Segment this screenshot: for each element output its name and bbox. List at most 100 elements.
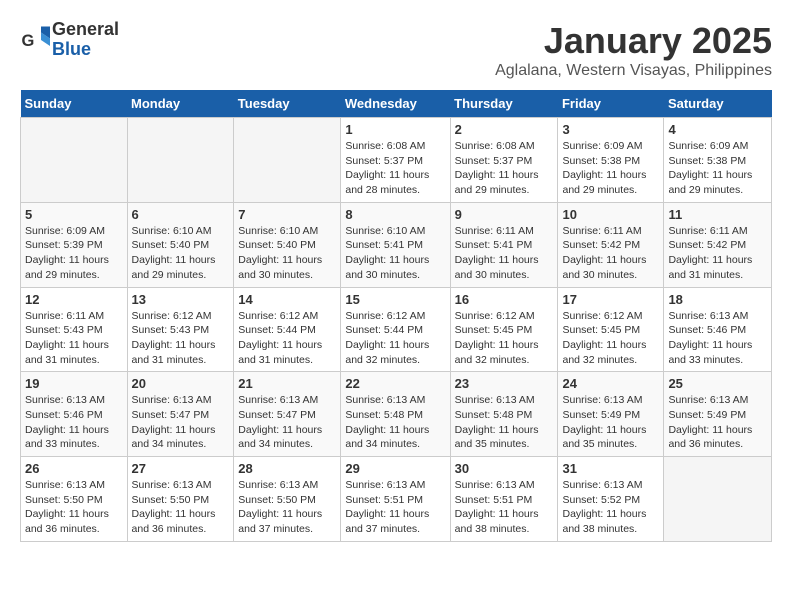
day-number: 6 xyxy=(132,207,230,222)
calendar-cell: 11Sunrise: 6:11 AMSunset: 5:42 PMDayligh… xyxy=(664,202,772,287)
day-number: 9 xyxy=(455,207,554,222)
calendar-cell: 27Sunrise: 6:13 AMSunset: 5:50 PMDayligh… xyxy=(127,457,234,542)
day-number: 3 xyxy=(562,122,659,137)
day-info: Sunrise: 6:13 AMSunset: 5:50 PMDaylight:… xyxy=(25,478,123,537)
day-info: Sunrise: 6:13 AMSunset: 5:48 PMDaylight:… xyxy=(345,393,445,452)
calendar-cell: 15 Sunrise: 6:12 AMSunset: 5:44 PMDayligh… xyxy=(341,287,450,372)
svg-text:G: G xyxy=(22,32,35,50)
calendar-cell: 28 Sunrise: 6:13 AMSunset: 5:50 PMDayligh… xyxy=(234,457,341,542)
day-number: 5 xyxy=(25,207,123,222)
calendar-cell: 9 Sunrise: 6:11 AMSunset: 5:41 PMDaylight… xyxy=(450,202,558,287)
day-info: Sunrise: 6:11 AMSunset: 5:41 PMDaylight:… xyxy=(455,224,554,283)
calendar-body: 1 Sunrise: 6:08 AMSunset: 5:37 PMDaylight… xyxy=(21,118,772,542)
header-cell-thursday: Thursday xyxy=(450,90,558,118)
day-info: Sunrise: 6:09 AMSunset: 5:38 PMDaylight:… xyxy=(562,139,659,198)
day-number: 31 xyxy=(562,461,659,476)
logo-blue: Blue xyxy=(52,40,119,60)
calendar-header: SundayMondayTuesdayWednesdayThursdayFrid… xyxy=(21,90,772,118)
calendar-cell: 13Sunrise: 6:12 AMSunset: 5:43 PMDayligh… xyxy=(127,287,234,372)
day-info: Sunrise: 6:13 AMSunset: 5:51 PMDaylight:… xyxy=(345,478,445,537)
page-header: G General Blue January 2025 Aglalana, We… xyxy=(20,20,772,80)
logo-general: General xyxy=(52,20,119,40)
header-cell-sunday: Sunday xyxy=(21,90,128,118)
day-info: Sunrise: 6:11 AMSunset: 5:43 PMDaylight:… xyxy=(25,309,123,368)
header-row: SundayMondayTuesdayWednesdayThursdayFrid… xyxy=(21,90,772,118)
calendar-cell xyxy=(234,118,341,203)
day-number: 7 xyxy=(238,207,336,222)
title-area: January 2025 Aglalana, Western Visayas, … xyxy=(495,20,772,80)
day-info: Sunrise: 6:12 AMSunset: 5:45 PMDaylight:… xyxy=(562,309,659,368)
calendar-cell: 10 Sunrise: 6:11 AMSunset: 5:42 PMDayligh… xyxy=(558,202,664,287)
header-cell-tuesday: Tuesday xyxy=(234,90,341,118)
day-info: Sunrise: 6:10 AMSunset: 5:40 PMDaylight:… xyxy=(132,224,230,283)
calendar-cell: 24Sunrise: 6:13 AMSunset: 5:49 PMDayligh… xyxy=(558,372,664,457)
calendar-cell: 16Sunrise: 6:12 AMSunset: 5:45 PMDayligh… xyxy=(450,287,558,372)
calendar-cell: 25Sunrise: 6:13 AMSunset: 5:49 PMDayligh… xyxy=(664,372,772,457)
day-info: Sunrise: 6:12 AMSunset: 5:43 PMDaylight:… xyxy=(132,309,230,368)
calendar-cell: 20Sunrise: 6:13 AMSunset: 5:47 PMDayligh… xyxy=(127,372,234,457)
day-info: Sunrise: 6:11 AMSunset: 5:42 PMDaylight:… xyxy=(562,224,659,283)
day-info: Sunrise: 6:10 AMSunset: 5:41 PMDaylight:… xyxy=(345,224,445,283)
calendar-cell: 4 Sunrise: 6:09 AMSunset: 5:38 PMDaylight… xyxy=(664,118,772,203)
day-number: 16 xyxy=(455,292,554,307)
day-number: 30 xyxy=(455,461,554,476)
calendar-cell: 22Sunrise: 6:13 AMSunset: 5:48 PMDayligh… xyxy=(341,372,450,457)
day-info: Sunrise: 6:09 AMSunset: 5:38 PMDaylight:… xyxy=(668,139,767,198)
logo-text: General Blue xyxy=(52,20,119,60)
calendar-title: January 2025 xyxy=(495,20,772,62)
calendar-cell: 5 Sunrise: 6:09 AMSunset: 5:39 PMDaylight… xyxy=(21,202,128,287)
calendar-week-3: 12 Sunrise: 6:11 AMSunset: 5:43 PMDayligh… xyxy=(21,287,772,372)
calendar-cell: 8 Sunrise: 6:10 AMSunset: 5:41 PMDaylight… xyxy=(341,202,450,287)
day-info: Sunrise: 6:12 AMSunset: 5:44 PMDaylight:… xyxy=(345,309,445,368)
day-info: Sunrise: 6:13 AMSunset: 5:49 PMDaylight:… xyxy=(562,393,659,452)
calendar-cell: 14 Sunrise: 6:12 AMSunset: 5:44 PMDayligh… xyxy=(234,287,341,372)
day-info: Sunrise: 6:08 AMSunset: 5:37 PMDaylight:… xyxy=(455,139,554,198)
day-number: 8 xyxy=(345,207,445,222)
calendar-cell: 17 Sunrise: 6:12 AMSunset: 5:45 PMDayligh… xyxy=(558,287,664,372)
day-info: Sunrise: 6:09 AMSunset: 5:39 PMDaylight:… xyxy=(25,224,123,283)
day-info: Sunrise: 6:13 AMSunset: 5:51 PMDaylight:… xyxy=(455,478,554,537)
calendar-week-5: 26Sunrise: 6:13 AMSunset: 5:50 PMDayligh… xyxy=(21,457,772,542)
day-number: 15 xyxy=(345,292,445,307)
calendar-cell: 7Sunrise: 6:10 AMSunset: 5:40 PMDaylight… xyxy=(234,202,341,287)
calendar-cell: 3 Sunrise: 6:09 AMSunset: 5:38 PMDaylight… xyxy=(558,118,664,203)
day-number: 23 xyxy=(455,376,554,391)
calendar-subtitle: Aglalana, Western Visayas, Philippines xyxy=(495,62,772,80)
header-cell-wednesday: Wednesday xyxy=(341,90,450,118)
day-info: Sunrise: 6:13 AMSunset: 5:47 PMDaylight:… xyxy=(238,393,336,452)
calendar-cell: 30 Sunrise: 6:13 AMSunset: 5:51 PMDayligh… xyxy=(450,457,558,542)
calendar-cell xyxy=(127,118,234,203)
day-number: 4 xyxy=(668,122,767,137)
calendar-cell: 19Sunrise: 6:13 AMSunset: 5:46 PMDayligh… xyxy=(21,372,128,457)
day-number: 18 xyxy=(668,292,767,307)
calendar-cell: 31 Sunrise: 6:13 AMSunset: 5:52 PMDayligh… xyxy=(558,457,664,542)
logo: G General Blue xyxy=(20,20,119,60)
day-number: 12 xyxy=(25,292,123,307)
day-info: Sunrise: 6:12 AMSunset: 5:44 PMDaylight:… xyxy=(238,309,336,368)
day-info: Sunrise: 6:11 AMSunset: 5:42 PMDaylight:… xyxy=(668,224,767,283)
calendar-cell: 21 Sunrise: 6:13 AMSunset: 5:47 PMDayligh… xyxy=(234,372,341,457)
header-cell-friday: Friday xyxy=(558,90,664,118)
day-number: 10 xyxy=(562,207,659,222)
day-info: Sunrise: 6:13 AMSunset: 5:50 PMDaylight:… xyxy=(238,478,336,537)
day-info: Sunrise: 6:13 AMSunset: 5:48 PMDaylight:… xyxy=(455,393,554,452)
day-number: 1 xyxy=(345,122,445,137)
day-info: Sunrise: 6:13 AMSunset: 5:52 PMDaylight:… xyxy=(562,478,659,537)
header-cell-saturday: Saturday xyxy=(664,90,772,118)
day-number: 20 xyxy=(132,376,230,391)
calendar-cell: 23 Sunrise: 6:13 AMSunset: 5:48 PMDayligh… xyxy=(450,372,558,457)
calendar-cell: 1 Sunrise: 6:08 AMSunset: 5:37 PMDaylight… xyxy=(341,118,450,203)
day-number: 27 xyxy=(132,461,230,476)
day-number: 19 xyxy=(25,376,123,391)
day-number: 28 xyxy=(238,461,336,476)
header-cell-monday: Monday xyxy=(127,90,234,118)
calendar-week-2: 5 Sunrise: 6:09 AMSunset: 5:39 PMDaylight… xyxy=(21,202,772,287)
calendar-cell: 29Sunrise: 6:13 AMSunset: 5:51 PMDayligh… xyxy=(341,457,450,542)
day-info: Sunrise: 6:13 AMSunset: 5:46 PMDaylight:… xyxy=(668,309,767,368)
day-number: 17 xyxy=(562,292,659,307)
calendar-cell: 2Sunrise: 6:08 AMSunset: 5:37 PMDaylight… xyxy=(450,118,558,203)
day-number: 14 xyxy=(238,292,336,307)
day-number: 21 xyxy=(238,376,336,391)
day-info: Sunrise: 6:08 AMSunset: 5:37 PMDaylight:… xyxy=(345,139,445,198)
calendar-table: SundayMondayTuesdayWednesdayThursdayFrid… xyxy=(20,90,772,542)
